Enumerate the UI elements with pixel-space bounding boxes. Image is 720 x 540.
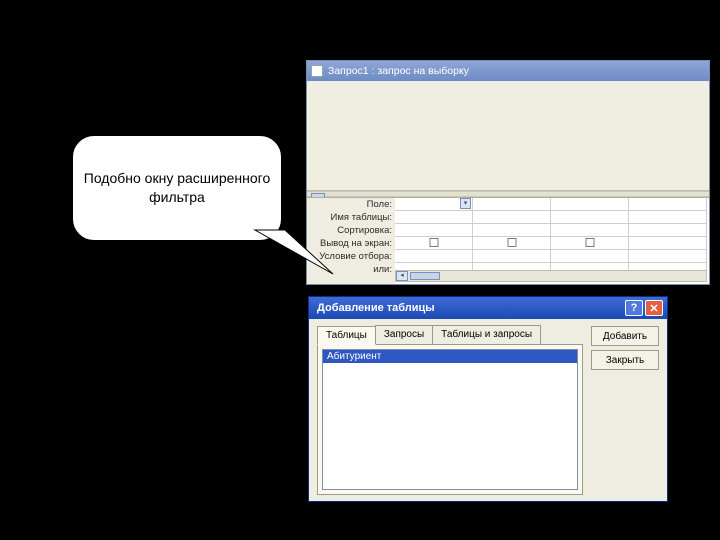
tab-queries[interactable]: Запросы [375, 325, 433, 344]
list-item[interactable]: Абитуриент [323, 350, 577, 363]
callout-text: Подобно окну расширенного фильтра [83, 169, 271, 207]
help-button[interactable]: ? [625, 300, 643, 316]
callout-tail [255, 230, 335, 278]
close-button[interactable]: ✕ [645, 300, 663, 316]
query-design-window: Запрос1 : запрос на выборку Поле: Имя та… [306, 60, 710, 285]
row-label: Имя таблицы: [307, 211, 395, 224]
query-design-grid: Поле: Имя таблицы: Сортировка: Вывод на … [307, 197, 709, 284]
query-window-titlebar[interactable]: Запрос1 : запрос на выборку [307, 61, 709, 81]
dialog-titlebar[interactable]: Добавление таблицы ? ✕ [309, 297, 667, 319]
grid-cell[interactable] [551, 224, 629, 237]
grid-cell[interactable] [629, 211, 707, 224]
grid-cell[interactable] [629, 224, 707, 237]
add-table-dialog: Добавление таблицы ? ✕ Таблицы Запросы Т… [308, 296, 668, 502]
grid-cell[interactable]: ▾ [395, 198, 473, 211]
grid-cell[interactable] [629, 237, 707, 250]
dropdown-icon[interactable]: ▾ [460, 198, 471, 209]
add-button[interactable]: Добавить [591, 326, 659, 346]
grid-cell[interactable] [473, 237, 551, 250]
tab-tables[interactable]: Таблицы [317, 326, 376, 345]
document-icon [311, 65, 323, 77]
checkbox[interactable] [507, 238, 516, 247]
grid-cell[interactable] [629, 250, 707, 263]
query-window-title: Запрос1 : запрос на выборку [328, 65, 469, 77]
grid-cell[interactable] [395, 211, 473, 224]
grid-cell[interactable] [551, 250, 629, 263]
tab-both[interactable]: Таблицы и запросы [432, 325, 541, 344]
query-table-pane[interactable] [307, 81, 709, 191]
grid-cell[interactable] [551, 211, 629, 224]
grid-cell[interactable] [473, 224, 551, 237]
grid-cell[interactable] [395, 237, 473, 250]
scroll-thumb[interactable] [410, 272, 440, 280]
tables-listbox[interactable]: Абитуриент [322, 349, 578, 490]
grid-cell[interactable] [473, 211, 551, 224]
grid-cell[interactable] [395, 250, 473, 263]
grid-cell[interactable] [551, 198, 629, 211]
checkbox[interactable] [429, 238, 438, 247]
checkbox[interactable] [585, 238, 594, 247]
grid-cell[interactable] [395, 224, 473, 237]
row-label: Поле: [307, 198, 395, 211]
grid-horizontal-scrollbar[interactable]: ◂ [395, 270, 707, 282]
close-dialog-button[interactable]: Закрыть [591, 350, 659, 370]
grid-cell[interactable] [473, 250, 551, 263]
callout-bubble: Подобно окну расширенного фильтра [72, 135, 282, 241]
scroll-left-icon[interactable]: ◂ [396, 271, 408, 281]
grid-cell[interactable] [629, 198, 707, 211]
dialog-title: Добавление таблицы [317, 302, 435, 314]
grid-cell[interactable] [551, 237, 629, 250]
tab-page: Абитуриент [317, 344, 583, 495]
dialog-tabs: Таблицы Запросы Таблицы и запросы [317, 325, 583, 344]
grid-cell[interactable] [473, 198, 551, 211]
